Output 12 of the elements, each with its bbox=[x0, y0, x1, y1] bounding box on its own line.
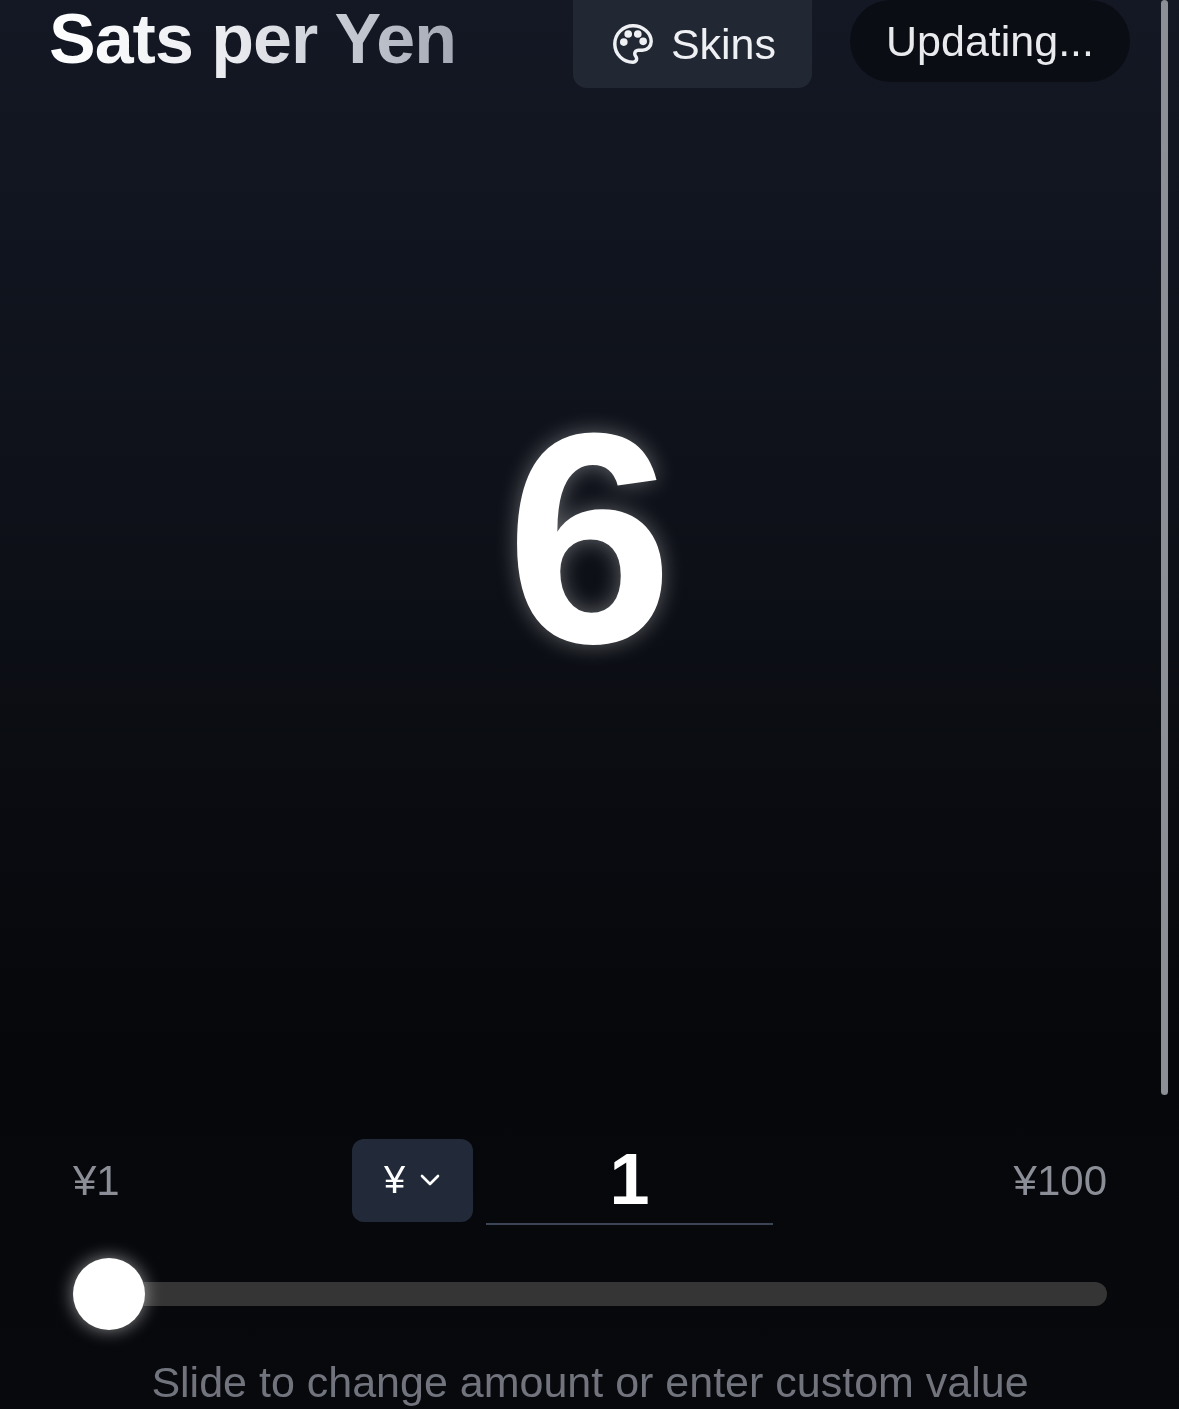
amount-slider[interactable] bbox=[73, 1258, 1107, 1331]
chevron-down-icon bbox=[419, 1173, 442, 1188]
slider-thumb[interactable] bbox=[73, 1258, 145, 1331]
amount-input[interactable]: 1 bbox=[486, 1135, 773, 1226]
min-amount-label: ¥1 bbox=[73, 1155, 121, 1206]
max-amount-label: ¥100 bbox=[1012, 1155, 1107, 1206]
status-pill: Updating... bbox=[850, 0, 1130, 82]
skins-button[interactable]: Skins bbox=[572, 0, 813, 88]
slider-hint: Slide to change amount or enter custom value bbox=[150, 1357, 1030, 1409]
currency-select-button[interactable]: ¥ bbox=[352, 1138, 473, 1222]
sats-amount: 6 bbox=[506, 387, 673, 688]
scrollbar[interactable] bbox=[1161, 0, 1168, 1095]
